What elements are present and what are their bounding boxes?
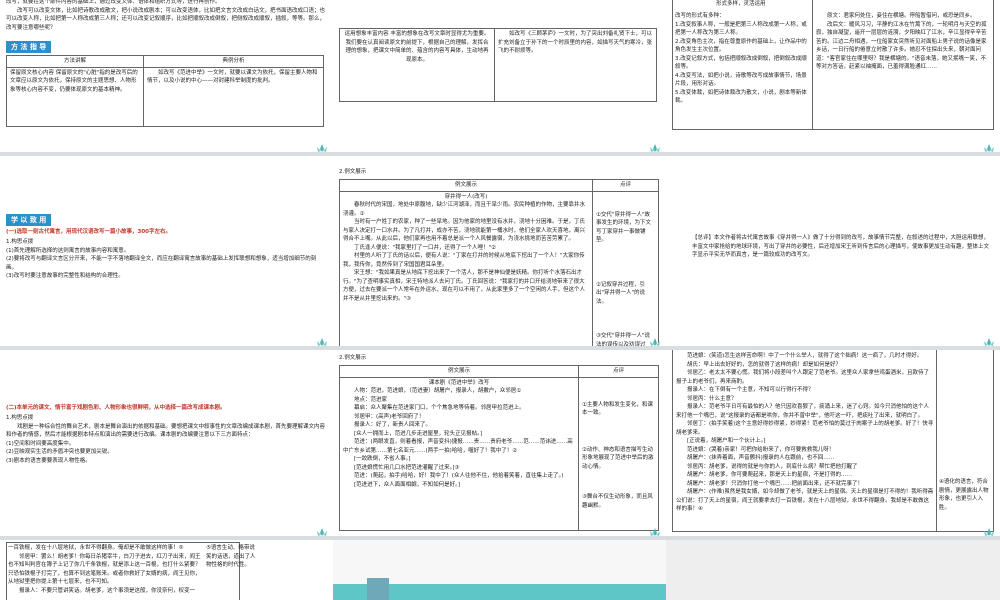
example-cell: 如改写《范进中举》一文时，就要以课文为依托，保留主要人物和情节，以及小说的中心—…: [143, 66, 324, 127]
slide-6[interactable]: 【总评】本文作者将古代寓言故事《穿井得一人》做了十分得到的改写，故事情节完整，在…: [666, 156, 1000, 346]
slide-7[interactable]: (二)本单元的课文、情节富于戏剧色彩、人物形象也很鲜明，从中选择一篇改写成课本剧…: [0, 350, 333, 536]
forms-list: 改写的形式有多种： 1.改变叙事人称，一般是把第三人称改成第一人称，或把第一人称…: [675, 13, 807, 104]
lotus-icon: [648, 138, 662, 152]
imagination-example-cell: 如改写《三顾茅庐》一文时，为了突出刘备礼贤下士，可以扩充刘备立于孙下的一个时辰里…: [494, 28, 657, 102]
table-header-method: 方法讲解: [6, 55, 144, 68]
slide-4[interactable]: 学 以 致 用 (一)选取一则古代寓言，用现代汉语改写一篇小故事，300字左右。…: [0, 156, 333, 346]
slide-12[interactable]: [666, 540, 1000, 600]
imagination-method-cell: 运用想象丰富内容 丰富的想象在改写文章时显得尤为重要。我们要在认真阅读原文的前提…: [339, 28, 495, 102]
comment-3: ③交代"穿井得一人"说法的误传以及劝误过程。: [596, 333, 650, 346]
method-table: 方法讲解 典例分析 保留原文核心内容 保留原文的"心脏"指的是改写后的文章应以原文…: [6, 55, 324, 127]
table-header-comment: 点评: [592, 179, 659, 192]
lotus-icon: [648, 332, 662, 346]
table-header-example: 典例分析: [143, 55, 324, 68]
slide-3[interactable]: 形式多样，灵活运用 改写的形式有多种： 1.改变叙事人称，一般是把第三人称改成第…: [666, 0, 1000, 152]
lotus-icon: [315, 332, 329, 346]
method-guide-banner: 方 法 指 导: [6, 41, 52, 53]
table-header-example-text: 例文展示: [339, 179, 593, 192]
slide-2[interactable]: 运用想象丰富内容 丰富的想象在改写文章时显得尤为重要。我们要在认真阅读原文的前提…: [333, 0, 666, 152]
method-cell: 保留原文核心内容 保留原文的"心脏"指的是改写后的文章应以原文为依托，保持原文的…: [6, 66, 144, 127]
play-continued-body: 范进娘：(笑道)怎生这样苦命啊！中了一个什么举人，就得了这个拙病！这一疯了，几时…: [676, 353, 934, 512]
comment-2: ②记叙穿井过程，引出"穿井得一人"的说法。: [596, 281, 646, 305]
play-comment-cell: ①主要人物和发生变化，和课本一致。 ②动作、神态和语言描写生动形象地展现了范进中…: [578, 376, 659, 531]
slide-5[interactable]: 2.例文展示 例文展示 点评 穿井得一人(改写) 春秋时代的宋国，地处中原腹地，缺…: [333, 156, 666, 346]
cover-thumbnail: [367, 578, 389, 600]
comment-1: ①主要人物和发生变化，和课本一致。: [582, 401, 653, 417]
story-body: 春秋时代的宋国，地处中原腹地，缺少江河湖泽，而且干旱少雨。农民种植的作物，主要靠…: [343, 202, 586, 302]
example-caption: 2.例文展示: [339, 169, 367, 175]
method-table-continued: 运用想象丰富内容 丰富的想象在改写文章时显得尤为重要。我们要在认真阅读原文的前提…: [339, 28, 657, 102]
play-example-table: 例文展示 点评 课本剧《范进中举》改写 人物：范进，范进娘，（范进妻）胡屠户，报录…: [339, 365, 659, 531]
task-one-points: 1.构思点拨 (1)首先理解所选择的这则寓言的故事内容和寓意。 (2)要将改写与…: [6, 239, 317, 279]
lotus-icon: [982, 138, 996, 152]
comment-5: ⑤语言生动、略带说笑的话语，道出了人物性格的时代性。: [206, 545, 256, 568]
lotus-icon: [982, 332, 996, 346]
table-header-comment: 点评: [578, 365, 659, 378]
slide-10[interactable]: 一百铁棍，发在十八层地狱，永世不得翻身。俺却是不敢做这样的事！⑤ 邻居甲：罢么！…: [0, 540, 333, 600]
story-title: 穿井得一人(改写): [444, 193, 488, 200]
slide-1[interactable]: 改写，就要在这个部件内容的基础上，通过改变文体、语体和组织方式等，进行再创作。 …: [0, 0, 333, 152]
comment-3: ③舞台不仅生动形象，而且风趣幽默。: [582, 494, 653, 509]
task-two-points: 1.构思点拨 戏剧是一种综合性的舞台艺术，剧本是舞台演出的依据和基础。要想把课文…: [6, 415, 326, 464]
example-story-cell: 穿井得一人(改写) 春秋时代的宋国，地处中原腹地，缺少江河湖泽，而且干旱少雨。农…: [339, 190, 593, 346]
forms-heading: 形式多样，灵活运用: [716, 1, 766, 7]
example-table: 例文展示 点评 穿井得一人(改写) 春秋时代的宋国，地处中原腹地，缺少江河湖泽，而…: [339, 179, 659, 346]
intro-text: 改写，就要在这个部件内容的基础上，通过改变文体、语体和组织方式等，进行再创作。 …: [6, 0, 326, 31]
play-title: 课本剧《范进中举》改写: [428, 379, 490, 386]
practice-banner: 学 以 致 用: [6, 214, 52, 226]
play-ending-body: 一百铁棍，发在十八层地狱，永世不得翻身。俺却是不敢做这样的事！⑤ 邻居甲：罢么！…: [8, 545, 201, 594]
slide-8[interactable]: 2.例文展示 例文展示 点评 课本剧《范进中举》改写 人物：范进，范进娘，（范进妻…: [333, 350, 666, 536]
lotus-icon: [982, 522, 996, 536]
play-script-cell: 课本剧《范进中举》改写 人物：范进，范进娘，（范进妻）胡屠户，报录人，胡撇户，众…: [339, 376, 579, 531]
slide-11[interactable]: [333, 540, 666, 600]
comment-1: ①交代"穿井得一人"故事发生的环境，为下文写丁家穿井一事做铺垫。: [596, 211, 652, 244]
task-one: (一)选取一则古代寓言，用现代汉语改写一篇小故事，300字左右。: [6, 229, 172, 235]
comment-4: ④语化的语言，符合剧情，更展露出人物形象，也更引人入胜。: [939, 479, 989, 511]
comment-cell: ①交代"穿井得一人"故事发生的环境，为下文写丁家穿井一事做铺垫。 ②记叙穿井过程…: [592, 190, 659, 346]
lotus-icon: [315, 522, 329, 536]
lotus-icon: [315, 138, 329, 152]
comment-2: ②动作、神态和语言描写生动形象地展现了范进中举后的激动心情。: [582, 446, 654, 470]
overall-comment: 【总评】本文作者将古代寓言故事《穿井得一人》做了十分得到的改写，故事情节完整，在…: [692, 235, 990, 258]
play-body: 人物：范进，范进娘，（范进妻）胡屠户，报录人，胡撇户，众邻居① 地点：范进家 幕…: [343, 388, 573, 488]
task-two: (二)本单元的课文、情节富于戏剧色彩、人物形象也很鲜明，从中选择一篇改写成课本剧…: [6, 405, 226, 411]
lotus-icon: [648, 522, 662, 536]
slide-9[interactable]: 范进娘：(笑道)怎生这样苦命啊！中了一个什么举人，就得了这个拙病！这一疯了，几时…: [666, 350, 1000, 536]
play-table-divider: [936, 350, 937, 532]
table-header-example-text: 例文展示: [339, 365, 579, 378]
example-caption: 2.例文展示: [339, 355, 367, 361]
forms-example: 原文：君家何处住，妾住在横塘。停船暂借问，或恐是同乡。 改后文：暖风习习，平静的…: [816, 13, 987, 70]
form-table-divider: [812, 0, 813, 130]
